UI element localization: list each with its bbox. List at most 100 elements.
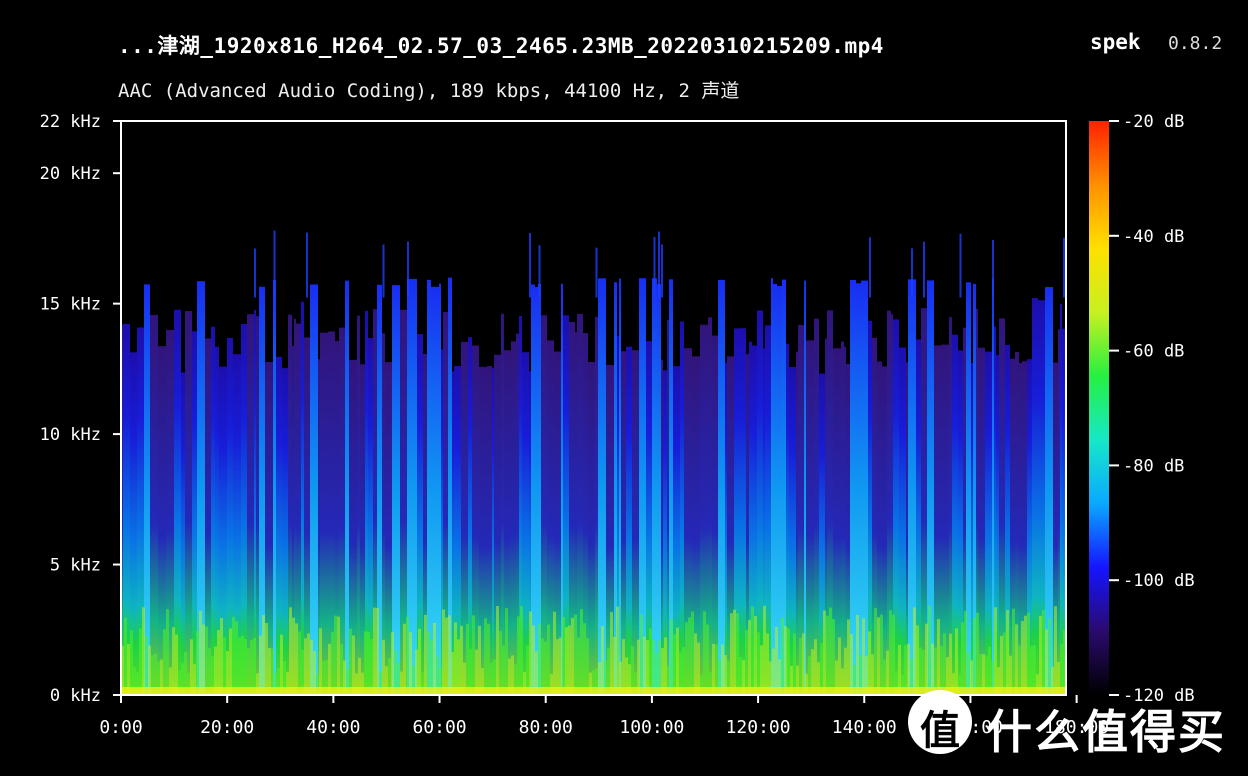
spectrogram-lowband bbox=[877, 617, 880, 695]
spectrogram-lowband bbox=[217, 630, 220, 695]
spectrogram-burst bbox=[923, 241, 925, 298]
spectrogram-column bbox=[771, 278, 773, 695]
spectrogram-column bbox=[1032, 298, 1038, 695]
spectrogram-column bbox=[452, 371, 454, 695]
spectrogram-lowband bbox=[640, 614, 643, 695]
spectrogram-lowband bbox=[472, 615, 475, 695]
x-tick-label: 100:00 bbox=[619, 717, 684, 738]
spectrogram-lowband bbox=[823, 610, 826, 695]
spectrogram-lowband bbox=[367, 632, 370, 695]
spectrogram-column bbox=[978, 347, 985, 695]
spectrogram-column bbox=[657, 283, 661, 695]
spectrogram-lowband bbox=[544, 641, 547, 695]
spectrogram-lowband bbox=[418, 628, 421, 695]
spectrogram-lowband bbox=[961, 622, 964, 695]
spectrogram-lowband bbox=[601, 626, 604, 695]
spectrogram-lowband bbox=[196, 630, 199, 695]
spectrogram-burst bbox=[254, 248, 256, 298]
spectrogram-lowband bbox=[460, 625, 463, 695]
colorbar-tick-label: -80 dB bbox=[1123, 456, 1184, 476]
spectrogram-lowband bbox=[262, 614, 265, 695]
spectrogram-lowband bbox=[586, 638, 589, 695]
spectrogram-column bbox=[899, 347, 906, 695]
spectrogram-burst bbox=[959, 233, 962, 298]
spectrogram-lowband bbox=[130, 630, 133, 695]
x-tick-label: 0:00 bbox=[99, 717, 142, 738]
spectrogram-column bbox=[619, 278, 621, 695]
spectrogram-lowband bbox=[649, 628, 652, 695]
spectrogram-lowband bbox=[280, 634, 283, 695]
spectrogram-column bbox=[511, 341, 516, 695]
y-tick-label: 20 kHz bbox=[40, 164, 101, 184]
spectrogram-lowband bbox=[448, 615, 451, 695]
spectrogram-lowband bbox=[238, 637, 241, 695]
spectrogram-lowband bbox=[466, 623, 469, 695]
spectrogram-column bbox=[718, 279, 725, 695]
x-tick-label: 80:00 bbox=[519, 717, 573, 738]
spectrogram-lowband bbox=[850, 634, 853, 695]
spectrogram-column bbox=[680, 321, 684, 695]
spectrogram-lowband bbox=[370, 638, 373, 695]
spectrogram-lowband bbox=[583, 623, 586, 695]
spectrogram-lowband bbox=[454, 622, 457, 695]
spectrogram-column bbox=[541, 315, 547, 695]
spectrogram-lowband bbox=[559, 637, 562, 695]
spectrogram-lowband bbox=[244, 638, 247, 695]
spectrogram-lowband bbox=[673, 634, 676, 695]
spectrogram-column bbox=[661, 359, 663, 695]
spectrogram-lowband bbox=[1024, 615, 1027, 695]
spectrogram-lowband bbox=[289, 607, 292, 695]
spectrogram-column bbox=[357, 315, 360, 695]
spectrogram-lowband bbox=[706, 624, 709, 695]
y-tick-label: 5 kHz bbox=[50, 556, 101, 576]
spectrogram-column bbox=[626, 346, 632, 695]
spectrogram-lowband bbox=[1012, 608, 1015, 695]
colorbar-tick-label: -100 dB bbox=[1123, 571, 1195, 591]
spectrogram-lowband bbox=[433, 622, 436, 695]
spectrogram-lowband bbox=[1015, 624, 1018, 695]
spectrogram-column bbox=[712, 335, 718, 695]
spectrogram-lowband bbox=[145, 635, 148, 695]
spectrogram-lowband bbox=[364, 631, 367, 695]
spectrogram-lowband bbox=[202, 624, 205, 695]
spectrogram-lowband bbox=[541, 638, 544, 695]
spectrogram-lowband bbox=[1039, 615, 1042, 695]
colorbar-tick-label: -60 dB bbox=[1123, 342, 1184, 362]
spectrogram-lowband bbox=[352, 635, 355, 695]
spectrogram-lowband bbox=[664, 637, 667, 695]
spectrogram-lowband bbox=[646, 640, 649, 695]
spectrogram-lowband bbox=[730, 613, 733, 695]
spectrogram-lowband bbox=[1042, 610, 1045, 695]
spectrogram-lowband bbox=[298, 631, 301, 695]
spectrogram-lowband bbox=[814, 639, 817, 695]
spectrogram-lowband bbox=[307, 633, 310, 695]
spectrogram-lowband bbox=[793, 633, 796, 695]
spectrogram-lowband bbox=[928, 605, 931, 695]
spectrogram-lowband bbox=[235, 621, 238, 695]
spectrogram-lowband bbox=[787, 628, 790, 695]
spectrogram-burst bbox=[529, 232, 531, 298]
spectrogram-lowband bbox=[331, 631, 334, 695]
spectrogram-column bbox=[439, 283, 441, 695]
spectrogram-column bbox=[522, 352, 529, 695]
x-tick-label: 120:00 bbox=[726, 717, 791, 738]
x-tick-label: 20:00 bbox=[200, 717, 254, 738]
spectrogram-lowband bbox=[424, 614, 427, 695]
spectrogram-lowband bbox=[547, 624, 550, 695]
spectrogram-lowband bbox=[250, 640, 253, 695]
spectrogram-lowband bbox=[856, 614, 859, 695]
spectrogram-lowband bbox=[253, 637, 256, 695]
spectrogram-lowband bbox=[223, 637, 226, 695]
spectrogram-burst bbox=[306, 232, 308, 298]
spectrogram-lowband bbox=[496, 606, 499, 695]
spectrogram-lowband bbox=[205, 626, 208, 695]
spectrogram-column bbox=[841, 341, 844, 695]
spectrogram-column bbox=[1060, 303, 1062, 695]
spectrogram-lowband bbox=[1000, 635, 1003, 695]
spectrogram-lowband bbox=[1027, 612, 1030, 695]
spectrogram-lowband bbox=[838, 637, 841, 695]
spectrogram-lowband bbox=[520, 606, 523, 695]
spectrogram-lowband bbox=[319, 628, 322, 695]
spectrogram-column bbox=[247, 314, 254, 695]
spectrogram-lowband bbox=[304, 638, 307, 695]
